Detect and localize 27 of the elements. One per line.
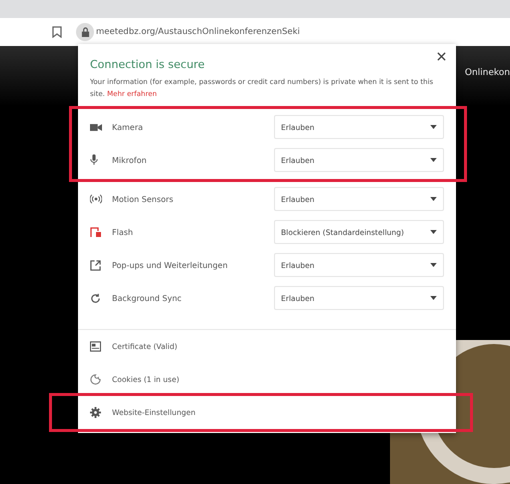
cookie-icon — [90, 374, 101, 385]
microphone-icon — [90, 154, 98, 166]
certificate-icon — [90, 340, 101, 352]
blocked-plugin-icon — [90, 226, 102, 238]
bookmark-icon[interactable] — [52, 26, 62, 38]
popup-icon — [90, 260, 101, 271]
permission-label: Flash — [112, 228, 134, 237]
caret-icon — [430, 296, 437, 300]
permission-label: Motion Sensors — [112, 194, 174, 204]
page-heading: Onlinekon — [464, 68, 510, 78]
permission-label: Background Sync — [112, 294, 183, 303]
permission-label: Kamera — [112, 122, 144, 132]
camera-icon — [90, 122, 102, 132]
caret-icon — [430, 125, 437, 130]
permission-label: Pop-ups und Weiterleitungen — [112, 260, 229, 270]
settings-icon — [90, 406, 101, 418]
sensor-icon — [90, 194, 102, 204]
sync-icon — [90, 292, 101, 304]
caret-icon — [430, 197, 437, 202]
url-text[interactable]: meetedbz.org/AustauschOnlinekonferenzenSeki — [96, 27, 300, 37]
caret-icon — [430, 263, 437, 268]
caret-icon — [430, 158, 437, 162]
caret-icon — [430, 230, 437, 234]
lock-icon[interactable] — [76, 23, 94, 41]
permission-label: Mikrofon — [112, 156, 148, 165]
close-button[interactable] — [435, 50, 448, 63]
popup-title: Connection is secure — [90, 58, 206, 71]
